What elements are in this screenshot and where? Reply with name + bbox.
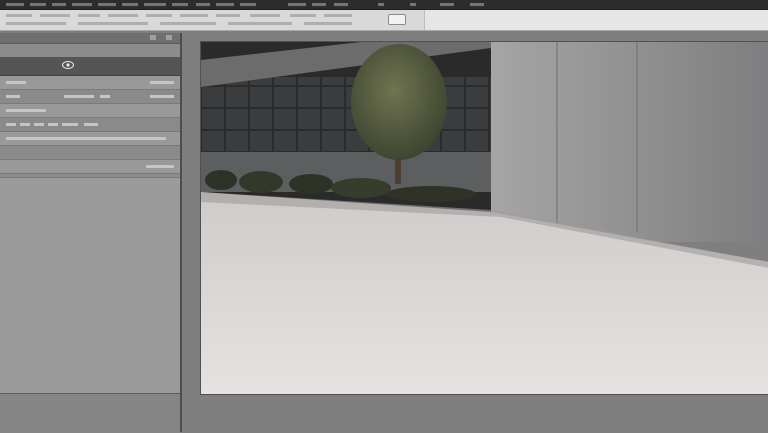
menu-item[interactable] xyxy=(196,3,210,6)
property-label xyxy=(6,109,46,112)
property-row[interactable] xyxy=(0,104,180,118)
toolbar-control[interactable] xyxy=(304,22,352,25)
menu-item[interactable] xyxy=(30,3,46,6)
property-row[interactable] xyxy=(0,146,180,160)
menu-item[interactable] xyxy=(378,3,384,6)
toolbar-control[interactable] xyxy=(6,14,32,17)
panel-footer xyxy=(0,393,180,433)
menu-item[interactable] xyxy=(98,3,116,6)
toolbar-control[interactable] xyxy=(78,14,100,17)
menu-item[interactable] xyxy=(470,3,484,6)
property-chip[interactable] xyxy=(20,123,30,126)
property-chip[interactable] xyxy=(6,123,16,126)
photo-render xyxy=(201,42,768,394)
menu-bar xyxy=(0,0,768,10)
toolbar-control[interactable] xyxy=(290,14,316,17)
panel-close-button[interactable] xyxy=(166,35,172,40)
image-viewport[interactable] xyxy=(200,41,768,395)
menu-item[interactable] xyxy=(52,3,66,6)
property-label xyxy=(6,95,20,98)
toolbar-control[interactable] xyxy=(180,14,208,17)
properties-panel xyxy=(0,33,182,433)
toolbar xyxy=(0,10,768,31)
property-chip[interactable] xyxy=(34,123,44,126)
property-value xyxy=(150,95,174,98)
view-toggle[interactable] xyxy=(388,14,406,25)
property-row[interactable] xyxy=(0,160,180,174)
property-row[interactable] xyxy=(0,90,180,104)
property-value xyxy=(146,165,174,168)
menu-item[interactable] xyxy=(288,3,306,6)
visibility-row xyxy=(0,57,180,76)
property-label xyxy=(6,137,166,140)
menu-item[interactable] xyxy=(216,3,234,6)
panel-empty-area xyxy=(0,177,180,393)
property-row[interactable] xyxy=(0,76,180,90)
menu-item[interactable] xyxy=(172,3,188,6)
menu-item[interactable] xyxy=(334,3,348,6)
property-chip[interactable] xyxy=(62,123,78,126)
toolbar-control[interactable] xyxy=(78,22,148,25)
menu-item[interactable] xyxy=(122,3,138,6)
toolbar-control[interactable] xyxy=(216,14,240,17)
panel-header xyxy=(0,33,180,44)
eye-icon[interactable] xyxy=(62,61,74,69)
menu-item[interactable] xyxy=(312,3,326,6)
toolbar-control[interactable] xyxy=(250,14,280,17)
menu-item[interactable] xyxy=(440,3,454,6)
property-chip[interactable] xyxy=(84,123,98,126)
toolbar-control[interactable] xyxy=(324,14,352,17)
property-value xyxy=(150,81,174,84)
menu-item[interactable] xyxy=(410,3,416,6)
property-value xyxy=(100,95,110,98)
menu-item[interactable] xyxy=(144,3,166,6)
property-row[interactable] xyxy=(0,132,180,146)
property-row[interactable] xyxy=(0,118,180,132)
property-value xyxy=(64,95,94,98)
toolbar-control[interactable] xyxy=(40,14,70,17)
toolbar-control[interactable] xyxy=(160,22,216,25)
toolbar-control[interactable] xyxy=(108,14,138,17)
property-label xyxy=(6,81,26,84)
menu-item[interactable] xyxy=(72,3,92,6)
toolbar-control[interactable] xyxy=(146,14,172,17)
panel-collapse-button[interactable] xyxy=(150,35,156,40)
toolbar-control[interactable] xyxy=(228,22,292,25)
menu-item[interactable] xyxy=(240,3,256,6)
menu-item[interactable] xyxy=(6,3,24,6)
toolbar-control[interactable] xyxy=(6,22,66,25)
toolbar-empty-area xyxy=(424,10,768,30)
property-chip[interactable] xyxy=(48,123,58,126)
